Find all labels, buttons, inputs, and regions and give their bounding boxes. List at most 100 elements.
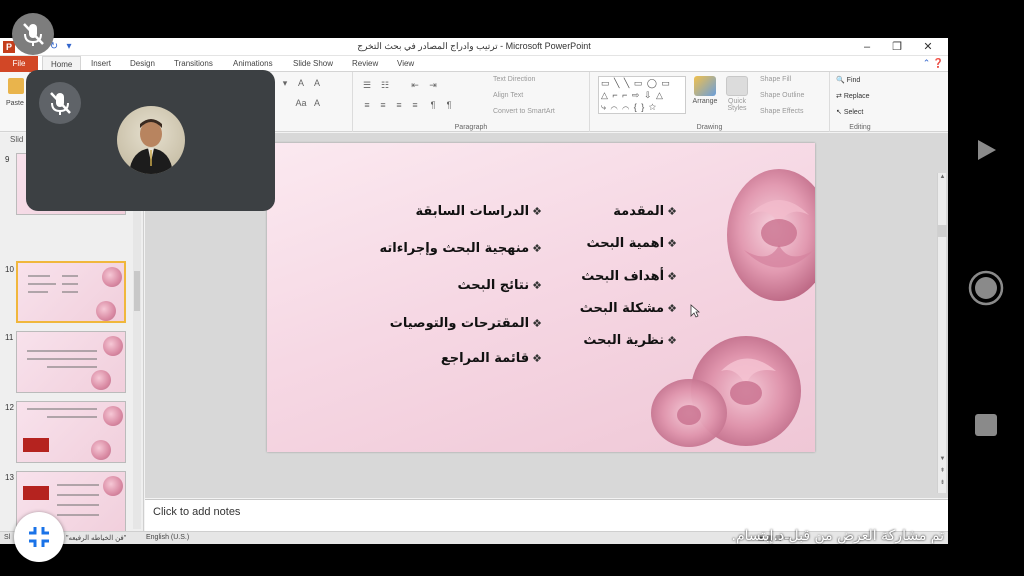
mic-off-icon	[23, 23, 44, 46]
text-line	[27, 408, 97, 410]
increase-indent-icon[interactable]: ⇥	[427, 80, 439, 90]
ltr-icon[interactable]: ¶	[443, 100, 455, 110]
arrange-button[interactable]: Arrange	[690, 76, 720, 110]
avatar	[117, 106, 185, 174]
bullet-item[interactable]: ❖المقدمة	[613, 204, 677, 219]
language-indicator[interactable]: English (U.S.)	[146, 534, 189, 541]
scroll-up-icon[interactable]: ▲	[938, 173, 947, 182]
shape-effects-button[interactable]: Shape Effects	[760, 108, 803, 115]
justify-icon[interactable]: ≡	[409, 100, 421, 110]
scroll-down-icon[interactable]: ▼	[938, 455, 947, 464]
slide-thumbnail-10[interactable]	[16, 261, 126, 323]
red-image-block	[23, 438, 49, 452]
paragraph-group: ☰ ☷ ⇤ ⇥ ≡ ≡ ≡ ≡ ¶ ¶ Text Direction Align…	[353, 72, 590, 132]
convert-smartart-button[interactable]: Convert to SmartArt	[493, 108, 555, 115]
bullet-item[interactable]: ❖نظرية البحث	[583, 333, 677, 348]
tab-slide-show[interactable]: Slide Show	[285, 56, 341, 72]
paste-icon[interactable]	[8, 78, 24, 94]
home-nav-icon[interactable]	[966, 268, 1006, 308]
shrink-font-icon[interactable]: A	[311, 78, 323, 88]
arrange-icon	[694, 76, 716, 96]
scrollbar-thumb[interactable]	[938, 225, 947, 237]
recents-nav-icon[interactable]	[966, 405, 1006, 445]
next-slide-icon[interactable]: ⇟	[938, 479, 947, 488]
paste-button[interactable]: Paste	[6, 100, 24, 107]
rose-image	[651, 336, 801, 447]
text-direction-button[interactable]: Text Direction	[493, 76, 535, 83]
slide-canvas[interactable]: ❖المقدمة ❖اهمية البحث ❖أهداف البحث ❖مشكل…	[267, 143, 815, 452]
notes-pane[interactable]: Click to add notes	[145, 499, 948, 531]
text-line	[27, 358, 97, 360]
participant-video-tile[interactable]	[26, 70, 275, 211]
find-button[interactable]: 🔍 Find	[836, 76, 860, 84]
bullet-text: الدراسات السابقة	[415, 204, 530, 219]
slide-thumbnail-11[interactable]	[16, 331, 126, 393]
red-image-block	[23, 486, 49, 500]
change-case-icon[interactable]: Aa	[295, 98, 307, 108]
restore-button[interactable]: ❐	[883, 38, 911, 56]
tab-review[interactable]: Review	[344, 56, 386, 72]
title-bar: P ▣ ↶ ↻ ▾ ترتيب وادراج المصادر في بحث ال…	[0, 38, 948, 56]
collapse-icon	[29, 527, 49, 547]
quick-styles-label: Quick Styles	[727, 98, 747, 112]
find-label: Find	[846, 77, 861, 84]
close-button[interactable]: ✕	[914, 38, 942, 56]
bullet-item[interactable]: ❖أهداف البحث	[581, 269, 677, 284]
exit-fullscreen-button[interactable]	[14, 512, 64, 562]
shape-outline-button[interactable]: Shape Outline	[760, 92, 804, 99]
bullet-item[interactable]: ❖المقترحات والتوصيات	[367, 316, 542, 331]
bullet-item[interactable]: ❖مشكلة البحث	[580, 301, 677, 316]
align-left-icon[interactable]: ≡	[361, 100, 373, 110]
bullet-item[interactable]: ❖اهمية البحث	[586, 236, 677, 251]
bullet-text: أهداف البحث	[581, 269, 665, 284]
decrease-indent-icon[interactable]: ⇤	[409, 80, 421, 90]
grow-font-icon[interactable]: A	[295, 78, 307, 88]
muted-mic-button[interactable]	[12, 13, 54, 55]
slide-thumbnail-12[interactable]	[16, 401, 126, 463]
text-line	[27, 350, 97, 352]
align-center-icon[interactable]: ≡	[377, 100, 389, 110]
select-button[interactable]: ↖ Select	[836, 108, 863, 116]
rtl-icon[interactable]: ¶	[427, 100, 439, 110]
tab-file[interactable]: File	[0, 56, 38, 72]
align-right-icon[interactable]: ≡	[393, 100, 405, 110]
numbering-icon[interactable]: ☷	[379, 80, 391, 90]
drawing-group-label: Drawing	[696, 124, 723, 131]
tab-view[interactable]: View	[389, 56, 422, 72]
bullet-text: المقدمة	[613, 204, 665, 219]
rose-image	[91, 370, 111, 390]
shape-fill-button[interactable]: Shape Fill	[760, 76, 791, 83]
rose-image	[103, 476, 123, 496]
slide-number: 13	[5, 473, 14, 482]
minimize-button[interactable]: –	[853, 38, 881, 56]
share-caption: تم مشاركة العرض من قبل د.إبتسام.	[731, 528, 944, 544]
text-line	[28, 283, 56, 285]
quick-styles-button[interactable]: Quick Styles	[722, 76, 752, 112]
font-size-dropdown-icon[interactable]: ▾	[279, 78, 291, 88]
diamond-bullet-icon: ❖	[667, 302, 677, 315]
shapes-gallery[interactable]: ▭ ╲ ╲ ▭ ◯ ▭ △ ⌐ ⌐ ⇨ ⇩ △ ⤷ ⌒ ⌒ { } ☆	[598, 76, 686, 114]
help-icon[interactable]: ⌃ ❓	[923, 58, 944, 69]
bullet-item[interactable]: ❖منهجية البحث وإجراءاته	[357, 241, 542, 256]
rose-image	[102, 267, 122, 287]
text-line	[57, 504, 99, 506]
font-color-icon[interactable]: A	[311, 98, 323, 108]
slide-vertical-scrollbar[interactable]: ▲ ▼ ⇞ ⇟	[937, 173, 947, 493]
text-line	[47, 416, 97, 418]
text-line	[57, 494, 99, 496]
bullet-text: المقترحات والتوصيات	[389, 316, 530, 331]
replace-button[interactable]: ⇄ Replace	[836, 92, 870, 100]
align-text-button[interactable]: Align Text	[493, 92, 523, 99]
diamond-bullet-icon: ❖	[532, 205, 542, 218]
bullets-icon[interactable]: ☰	[361, 80, 373, 90]
bullet-item[interactable]: ❖قائمة المراجع	[417, 351, 542, 366]
previous-slide-icon[interactable]: ⇞	[938, 467, 947, 476]
slide-indicator: Sl	[4, 534, 11, 541]
back-nav-icon[interactable]	[966, 130, 1006, 170]
scrollbar-thumb[interactable]	[134, 271, 140, 311]
bullet-item[interactable]: ❖الدراسات السابقة	[397, 204, 543, 219]
slides-pane-label: Slid	[10, 135, 24, 144]
bullet-item[interactable]: ❖نتائج البحث	[417, 278, 543, 293]
text-line	[57, 484, 99, 486]
diamond-bullet-icon: ❖	[667, 237, 677, 250]
